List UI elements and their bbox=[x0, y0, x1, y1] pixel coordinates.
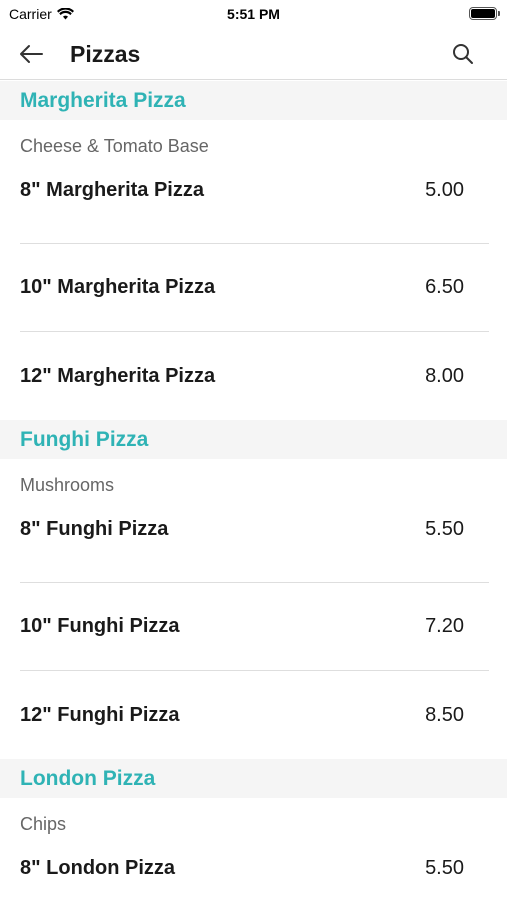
menu-item[interactable]: 10" Margherita Pizza 6.50 bbox=[20, 244, 489, 332]
status-time: 5:51 PM bbox=[227, 6, 280, 22]
page-title: Pizzas bbox=[70, 41, 141, 67]
item-name: 10" Funghi Pizza bbox=[20, 615, 180, 637]
menu-list: Margherita Pizza Cheese & Tomato Base 8"… bbox=[0, 81, 507, 900]
item-price: 5.50 bbox=[425, 857, 464, 879]
item-name: 10" Margherita Pizza bbox=[20, 276, 216, 298]
item-name: 12" Funghi Pizza bbox=[20, 703, 180, 726]
battery-icon bbox=[469, 7, 500, 20]
item-name: 12" Margherita Pizza bbox=[20, 364, 216, 387]
navigation-bar: Pizzas bbox=[0, 28, 507, 80]
item-price: 8.50 bbox=[425, 703, 464, 726]
item-price: 6.50 bbox=[425, 276, 464, 298]
arrow-left-icon bbox=[20, 45, 43, 63]
section-description: Mushrooms bbox=[20, 474, 115, 495]
section-header: London Pizza bbox=[0, 759, 507, 798]
section-description: Cheese & Tomato Base bbox=[20, 135, 209, 156]
item-price: 8.00 bbox=[425, 364, 464, 387]
item-name: 8" London Pizza bbox=[20, 857, 176, 879]
menu-item[interactable]: 12" Funghi Pizza 8.50 bbox=[20, 671, 489, 759]
menu-item[interactable]: 10" Funghi Pizza 7.20 bbox=[20, 583, 489, 671]
section-description: Chips bbox=[20, 813, 67, 834]
menu-item[interactable]: 12" Margherita Pizza 8.00 bbox=[20, 332, 489, 420]
menu-item[interactable]: 8" Margherita Pizza 5.00 bbox=[20, 172, 489, 244]
menu-item[interactable]: 8" London Pizza 5.50 bbox=[20, 850, 489, 900]
back-button[interactable] bbox=[14, 38, 48, 70]
item-price: 5.50 bbox=[425, 518, 464, 540]
item-price: 7.20 bbox=[425, 615, 464, 637]
item-price: 5.00 bbox=[425, 179, 464, 201]
item-name: 8" Margherita Pizza bbox=[20, 179, 204, 201]
menu-section: London Pizza Chips 8" London Pizza 5.50 bbox=[0, 759, 507, 900]
menu-section: Margherita Pizza Cheese & Tomato Base 8"… bbox=[0, 81, 507, 420]
section-title: Funghi Pizza bbox=[20, 427, 149, 451]
section-header: Margherita Pizza bbox=[0, 81, 507, 120]
status-bar: Carrier 5:51 PM bbox=[0, 0, 507, 28]
menu-item[interactable]: 8" Funghi Pizza 5.50 bbox=[20, 511, 489, 583]
section-title: Margherita Pizza bbox=[20, 88, 186, 112]
search-button[interactable] bbox=[447, 38, 479, 70]
search-icon bbox=[453, 44, 473, 64]
menu-section: Funghi Pizza Mushrooms 8" Funghi Pizza 5… bbox=[0, 420, 507, 759]
section-title: London Pizza bbox=[20, 766, 156, 790]
section-header: Funghi Pizza bbox=[0, 420, 507, 459]
item-name: 8" Funghi Pizza bbox=[20, 518, 169, 540]
